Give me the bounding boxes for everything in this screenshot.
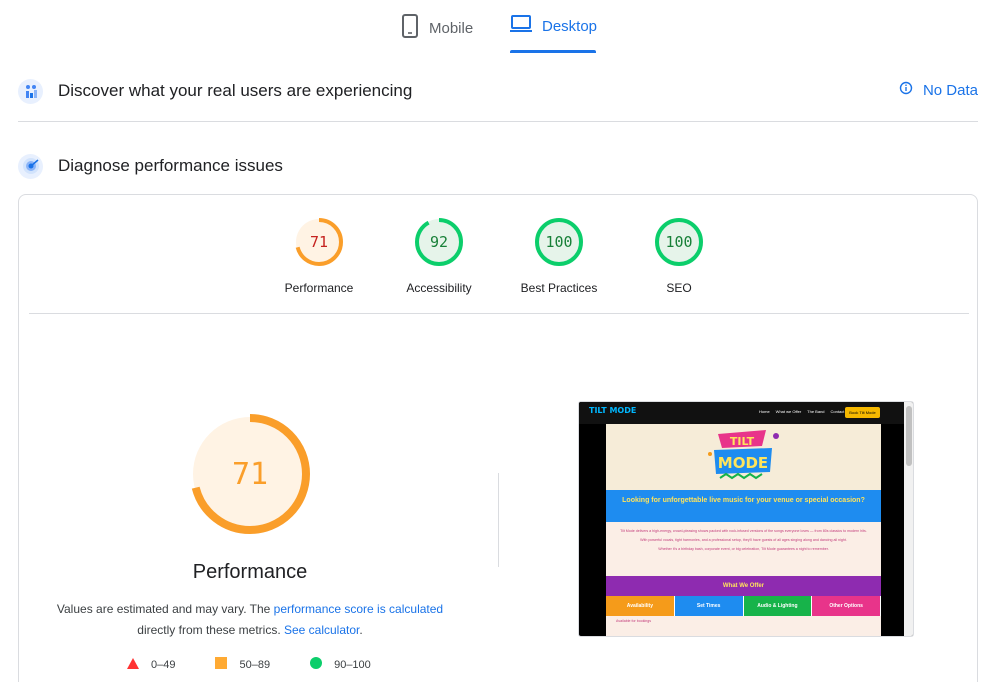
- performance-label: Performance: [284, 281, 354, 295]
- phone-icon: [401, 14, 419, 42]
- legend-average-range: 50–89: [239, 658, 271, 671]
- best-practices-label: Best Practices: [520, 281, 598, 295]
- screenshot-scroll-thumb: [906, 406, 912, 466]
- green-circle-icon: [310, 657, 323, 672]
- screenshot-offer-columns: Availability Set Times Audio & Lighting …: [606, 596, 881, 616]
- performance-big-score: 71: [231, 456, 269, 492]
- active-tab-indicator: [510, 50, 596, 53]
- vertical-divider: [498, 473, 499, 567]
- screenshot-content: TILT MODE Looking for unforgettable live…: [606, 424, 881, 636]
- performance-title: Performance: [192, 561, 308, 583]
- orange-square-icon: [215, 657, 228, 672]
- score-calculated-link[interactable]: performance score is calculated: [274, 602, 443, 616]
- gauge-seo[interactable]: 100 SEO: [619, 217, 739, 295]
- screenshot-col: Set Times: [674, 596, 744, 616]
- lab-data-section: Diagnose performance issues: [18, 153, 978, 179]
- screenshot-logo: TILT MODE: [589, 406, 637, 415]
- tab-mobile-label: Mobile: [429, 19, 474, 37]
- screenshot-paragraph: Tilt Mode delivers a high-energy, crowd-…: [620, 529, 867, 533]
- screenshot-paragraph: Whether it's a birthday bash, corporate …: [658, 547, 829, 551]
- laptop-icon: [510, 14, 532, 38]
- screenshot-col: Other Options: [812, 596, 881, 616]
- note-middle: directly from these metrics.: [137, 623, 284, 637]
- tab-mobile[interactable]: Mobile: [401, 14, 473, 42]
- lab-data-title: Diagnose performance issues: [58, 156, 283, 175]
- gauge-best-practices[interactable]: 100 Best Practices: [499, 217, 619, 295]
- legend-average: 50–89: [215, 657, 270, 672]
- gauge-performance[interactable]: 71 Performance: [259, 217, 379, 295]
- screenshot-paragraph: With powerful vocals, tight harmonies, a…: [640, 538, 847, 542]
- best-practices-score: 100: [545, 233, 573, 251]
- lighthouse-diagnose-icon: [18, 153, 43, 179]
- screenshot-nav-link: The Band: [807, 409, 825, 414]
- legend-fail-range: 0–49: [151, 658, 176, 671]
- screenshot-nav-link: What we Offer: [775, 409, 802, 414]
- screenshot-offer-title: What We Offer: [606, 576, 881, 596]
- screenshot-headline: Looking for unforgettable live music for…: [606, 490, 881, 522]
- gauges-divider: [29, 313, 969, 314]
- device-tabs: Mobile Desktop: [0, 0, 997, 56]
- seo-score: 100: [665, 233, 693, 251]
- screenshot-col: Availability: [606, 596, 675, 616]
- field-data-section: Discover what your real users are experi…: [18, 78, 978, 104]
- screenshot-col: Audio & Lighting: [743, 596, 813, 616]
- final-screenshot[interactable]: TILT MODE Home What we Offer The Band Co…: [578, 401, 914, 637]
- screenshot-sub-text: Available for bookings: [606, 616, 881, 636]
- legend-fail: 0–49: [127, 657, 175, 672]
- performance-note: Values are estimated and may vary. The p…: [39, 599, 461, 641]
- info-icon: [899, 81, 913, 99]
- no-data-link[interactable]: No Data: [899, 81, 978, 99]
- screenshot-nav-link: Contact: [830, 409, 845, 414]
- tab-desktop[interactable]: Desktop: [510, 14, 597, 38]
- accessibility-score: 92: [429, 233, 449, 251]
- tilt-mode-hero-logo: TILT MODE: [708, 430, 779, 480]
- gauge-accessibility[interactable]: 92 Accessibility: [379, 217, 499, 295]
- category-gauges: 71 Performance 92 Accessibility 100 Best…: [29, 195, 969, 313]
- note-suffix: .: [359, 623, 363, 637]
- screenshot-book-button: Book Tilt Mode: [845, 407, 880, 418]
- accessibility-label: Accessibility: [406, 281, 472, 295]
- tab-desktop-label: Desktop: [542, 17, 598, 35]
- screenshot-hero: TILT MODE: [606, 424, 881, 490]
- field-data-title: Discover what your real users are experi…: [58, 81, 413, 100]
- screenshot-nav-link: Home: [759, 409, 770, 414]
- legend-pass: 90–100: [310, 657, 371, 672]
- section-divider: [18, 121, 978, 122]
- lighthouse-report-card: 71 Performance 92 Accessibility 100 Best…: [18, 194, 978, 682]
- performance-score: 71: [309, 233, 329, 251]
- seo-label: SEO: [666, 281, 692, 295]
- svg-text:TILT: TILT: [730, 435, 755, 448]
- crux-users-icon: [18, 78, 43, 104]
- legend-pass-range: 90–100: [334, 658, 371, 671]
- note-prefix: Values are estimated and may vary. The: [56, 602, 274, 616]
- see-calculator-link[interactable]: See calculator: [284, 623, 359, 637]
- svg-text:MODE: MODE: [718, 454, 768, 472]
- score-legend: 0–49 50–89 90–100: [127, 657, 371, 672]
- no-data-label: No Data: [922, 81, 978, 99]
- screenshot-nav-links: Home What we Offer The Band Contact: [759, 409, 844, 414]
- screenshot-intro-text: Tilt Mode delivers a high-energy, crowd-…: [606, 522, 881, 576]
- red-triangle-icon: [127, 657, 139, 672]
- screenshot-navbar: TILT MODE Home What we Offer The Band Co…: [579, 402, 904, 424]
